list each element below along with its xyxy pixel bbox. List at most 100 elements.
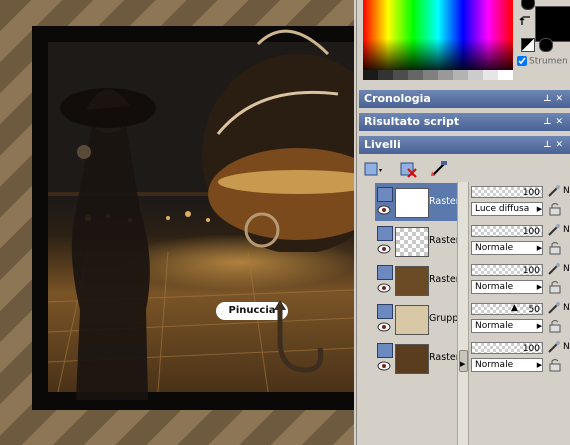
layer-row[interactable]: Raster: [367, 222, 457, 261]
spiral-arrow-decoration: [274, 300, 324, 373]
grayscale-swatch[interactable]: [363, 70, 378, 80]
lock-icon[interactable]: [549, 358, 561, 372]
material-swatches: [519, 0, 570, 80]
round-swatch-icon[interactable]: [521, 0, 535, 10]
texture-swatch-icon[interactable]: [539, 38, 553, 52]
new-layer-icon[interactable]: [363, 159, 383, 179]
layer-mode-letter: N: [563, 186, 570, 196]
layer-row[interactable]: Gruppo: [367, 300, 457, 339]
grayscale-swatches[interactable]: [363, 70, 513, 80]
layer-thumbnail: [395, 227, 429, 257]
grayscale-swatch[interactable]: [423, 70, 438, 80]
layers-panel-titlebar[interactable]: Livelli ⊥✕: [359, 136, 570, 154]
history-panel-title: Cronologia: [364, 92, 431, 105]
lock-icon[interactable]: [549, 241, 561, 255]
blend-mode-select[interactable]: Normale: [471, 241, 543, 255]
blend-mode-value: Normale: [475, 321, 514, 331]
layer-mode-letter: N: [563, 225, 570, 235]
layer-properties-row: 100 Normale ▶ N: [471, 221, 570, 260]
chevron-right-icon[interactable]: ▶: [535, 204, 544, 215]
layers-toolbar: [359, 156, 570, 183]
close-icon[interactable]: ✕: [555, 117, 567, 127]
layers-panel-title: Livelli: [364, 138, 401, 151]
pin-icon[interactable]: ⊥: [543, 117, 555, 127]
chevron-right-icon[interactable]: ▶: [535, 321, 544, 332]
color-spectrum[interactable]: [363, 0, 513, 70]
opacity-value: 100: [522, 188, 540, 198]
scroll-arrow-right-icon[interactable]: ▶: [460, 360, 465, 368]
woman-figure: [60, 88, 156, 400]
grayscale-swatch[interactable]: [408, 70, 423, 80]
history-panel-titlebar[interactable]: Cronologia ⊥✕: [359, 90, 570, 108]
image-canvas[interactable]: Pinuccia: [0, 0, 354, 445]
chevron-right-icon[interactable]: ▶: [535, 282, 544, 293]
layer-properties-row: 100 Luce diffusa ▶ N: [471, 182, 570, 221]
lock-icon[interactable]: [549, 319, 561, 333]
opacity-slider[interactable]: 100: [471, 186, 543, 198]
layer-name: Raster: [429, 185, 457, 219]
grayscale-swatch[interactable]: [468, 70, 483, 80]
pen-icon[interactable]: [547, 340, 561, 354]
layer-properties: 100 Luce diffusa ▶ N 100 Normale ▶ N 100 Normale ▶…: [468, 182, 570, 445]
layer-type-icon: [377, 265, 393, 280]
lock-icon[interactable]: [549, 280, 561, 294]
blend-mode-value: Normale: [475, 360, 514, 370]
chevron-right-icon[interactable]: ▶: [535, 360, 544, 371]
layer-type-icon: [377, 226, 393, 241]
layer-mode-letter: N: [563, 342, 570, 352]
grayscale-swatch[interactable]: [393, 70, 408, 80]
pen-icon[interactable]: [547, 262, 561, 276]
blend-mode-select[interactable]: Luce diffusa: [471, 202, 543, 216]
eye-icon[interactable]: [377, 322, 391, 332]
opacity-value: 100: [522, 266, 540, 276]
eye-icon[interactable]: [377, 244, 391, 254]
eye-icon[interactable]: [377, 361, 391, 371]
grayscale-swatch[interactable]: [483, 70, 498, 80]
pin-icon[interactable]: ⊥: [543, 140, 555, 150]
opacity-value: 100: [522, 344, 540, 354]
layer-properties-row: 100 Normale ▶ N: [471, 338, 570, 377]
layer-thumbnail: [395, 344, 429, 374]
pen-icon[interactable]: [547, 301, 561, 315]
pin-icon[interactable]: ⊥: [543, 94, 555, 104]
grayscale-swatch[interactable]: [453, 70, 468, 80]
blend-mode-select[interactable]: Normale: [471, 358, 543, 372]
layer-properties-row: 50 ▲ Normale ▶ N: [471, 299, 570, 338]
layer-tree: Raster Raster Raster Gruppo Raster: [367, 182, 457, 445]
lock-icon[interactable]: [549, 202, 561, 216]
pen-icon[interactable]: [547, 223, 561, 237]
layer-row[interactable]: Raster: [367, 339, 457, 378]
script-output-panel-titlebar[interactable]: Risultato script ⊥✕: [359, 113, 570, 131]
layer-type-icon: [377, 304, 393, 319]
foreground-swatch[interactable]: [535, 6, 570, 42]
opacity-slider[interactable]: 100: [471, 225, 543, 237]
grayscale-swatch[interactable]: [438, 70, 453, 80]
blend-mode-select[interactable]: Normale: [471, 319, 543, 333]
eye-icon[interactable]: [377, 283, 391, 293]
layer-name: Raster: [429, 235, 457, 246]
layer-type-icon: [377, 343, 393, 358]
edit-selection-icon[interactable]: [429, 159, 449, 179]
chevron-right-icon[interactable]: ▶: [535, 243, 544, 254]
close-icon[interactable]: ✕: [555, 94, 567, 104]
layers-scrollbar[interactable]: ▶: [457, 182, 468, 445]
layer-row[interactable]: Raster: [367, 183, 457, 222]
opacity-slider[interactable]: 100: [471, 342, 543, 354]
eye-icon[interactable]: [377, 205, 391, 215]
pen-icon[interactable]: [547, 184, 561, 198]
layer-name: Gruppo: [429, 313, 457, 324]
grayscale-swatch[interactable]: [378, 70, 393, 80]
reset-colors-icon[interactable]: [521, 38, 535, 52]
opacity-value: 100: [522, 227, 540, 237]
opacity-slider[interactable]: 100: [471, 264, 543, 276]
layer-row[interactable]: Raster: [367, 261, 457, 300]
all-tools-checkbox[interactable]: [517, 56, 527, 66]
delete-layer-icon[interactable]: [399, 159, 419, 179]
opacity-slider[interactable]: 50: [471, 303, 543, 315]
color-picker[interactable]: [363, 0, 513, 80]
swap-colors-icon[interactable]: [519, 14, 533, 28]
close-icon[interactable]: ✕: [555, 140, 567, 150]
blend-mode-value: Luce diffusa: [475, 204, 530, 214]
blend-mode-select[interactable]: Normale: [471, 280, 543, 294]
grayscale-swatch[interactable]: [498, 70, 513, 80]
